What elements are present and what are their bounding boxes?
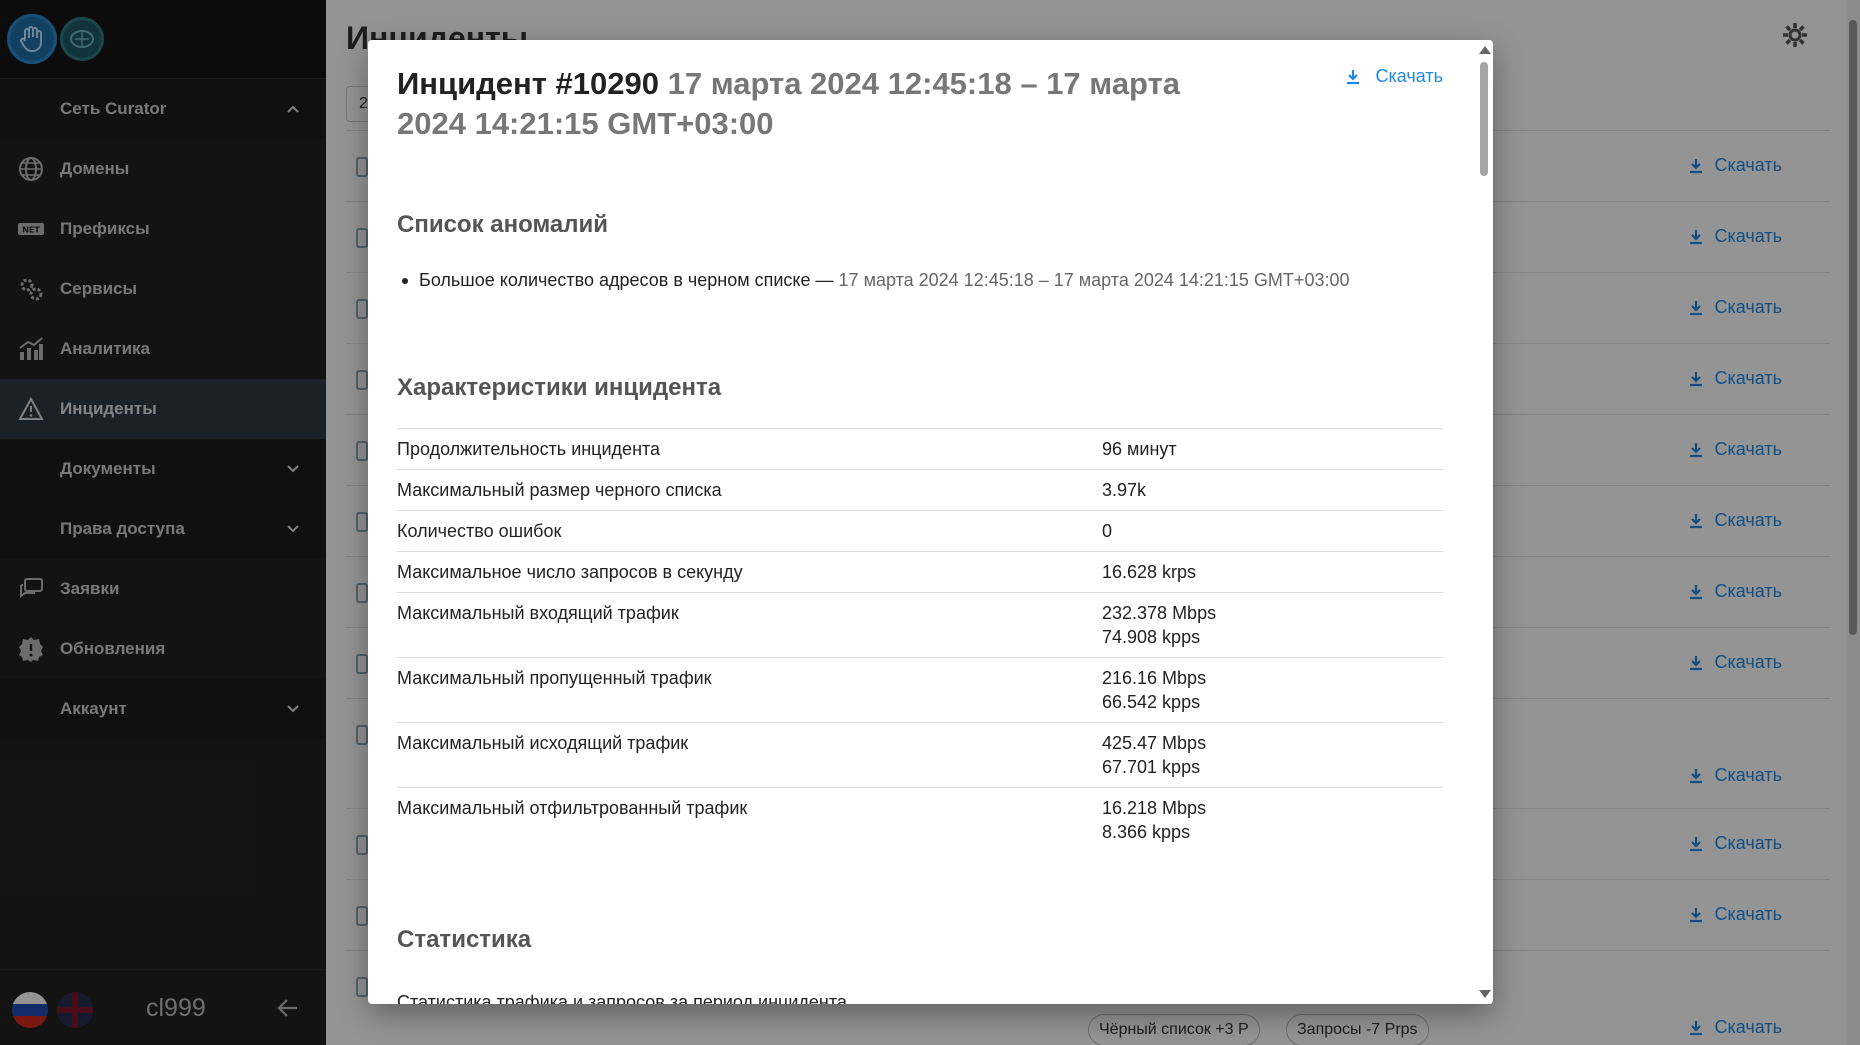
table-row: Максимальный исходящий трафик 425.47 Mbp…	[397, 722, 1443, 788]
property-value: 96 минут	[1102, 428, 1443, 470]
property-label: Максимальный пропущенный трафик	[397, 657, 1102, 723]
property-label: Максимальный отфильтрованный трафик	[397, 787, 1102, 852]
value-line: 16.218 Mbps	[1102, 798, 1207, 818]
anomalies-heading: Список аномалий	[397, 211, 608, 238]
table-row: Максимальный входящий трафик 232.378 Mbp…	[397, 592, 1443, 658]
value-line: 0	[1102, 521, 1113, 541]
table-row: Максимальный пропущенный трафик 216.16 M…	[397, 657, 1443, 723]
download-icon	[1346, 69, 1359, 84]
anomaly-name: Большое количество адресов в черном спис…	[419, 270, 811, 290]
characteristics-table: Продолжительность инцидента 96 минут Мак…	[397, 428, 1443, 852]
modal-scrollbar-thumb[interactable]	[1480, 62, 1488, 176]
table-row: Максимальное число запросов в секунду 16…	[397, 551, 1443, 593]
property-label: Максимальный размер черного списка	[397, 469, 1102, 511]
property-value: 425.47 Mbps 67.701 kpps	[1102, 722, 1443, 788]
scroll-down-arrow-icon[interactable]	[1479, 990, 1491, 998]
download-button[interactable]: Скачать	[1346, 66, 1444, 87]
value-line: 16.628 krps	[1102, 562, 1197, 582]
value-line: 8.366 kpps	[1102, 822, 1191, 842]
table-row: Продолжительность инцидента 96 минут	[397, 428, 1443, 470]
anomaly-separator: —	[810, 270, 839, 290]
download-label: Скачать	[1375, 66, 1444, 86]
property-value: 216.16 Mbps 66.542 kpps	[1102, 657, 1443, 723]
property-label: Максимальный исходящий трафик	[397, 722, 1102, 788]
property-value: 3.97k	[1102, 469, 1443, 511]
modal-scrollbar[interactable]	[1475, 40, 1493, 1004]
value-line: 425.47 Mbps	[1102, 733, 1207, 753]
statistics-heading: Статистика	[397, 926, 532, 953]
property-label: Максимальное число запросов в секунду	[397, 551, 1102, 593]
value-line: 74.908 kpps	[1102, 627, 1201, 647]
property-value: 0	[1102, 510, 1443, 552]
characteristics-heading: Характеристики инцидента	[397, 374, 722, 401]
property-value: 232.378 Mbps 74.908 kpps	[1102, 592, 1443, 658]
property-label: Максимальный входящий трафик	[397, 592, 1102, 658]
value-line: 216.16 Mbps	[1102, 668, 1207, 688]
table-row: Максимальный отфильтрованный трафик 16.2…	[397, 787, 1443, 852]
table-row: Количество ошибок 0	[397, 510, 1443, 552]
property-value: 16.218 Mbps 8.366 kpps	[1102, 787, 1443, 852]
scroll-up-arrow-icon[interactable]	[1479, 46, 1491, 54]
value-line: 3.97k	[1102, 480, 1147, 500]
value-line: 96 минут	[1102, 439, 1177, 459]
incident-modal: Инцидент #10290 17 марта 2024 12:45:18 –…	[368, 40, 1493, 1004]
incident-number: Инцидент #10290	[397, 66, 660, 101]
anomaly-item: Большое количество адресов в черном спис…	[397, 270, 1349, 291]
statistics-subtitle: Статистика трафика и запросов за период …	[397, 992, 847, 1004]
value-line: 232.378 Mbps	[1102, 603, 1217, 623]
value-line: 67.701 kpps	[1102, 757, 1201, 777]
modal-title: Инцидент #10290 17 марта 2024 12:45:18 –…	[397, 64, 1217, 144]
property-label: Количество ошибок	[397, 510, 1102, 552]
anomaly-time-range: 17 марта 2024 12:45:18 – 17 марта 2024 1…	[838, 270, 1350, 290]
property-value: 16.628 krps	[1102, 551, 1443, 593]
property-label: Продолжительность инцидента	[397, 428, 1102, 470]
value-line: 66.542 kpps	[1102, 692, 1201, 712]
table-row: Максимальный размер черного списка 3.97k	[397, 469, 1443, 511]
